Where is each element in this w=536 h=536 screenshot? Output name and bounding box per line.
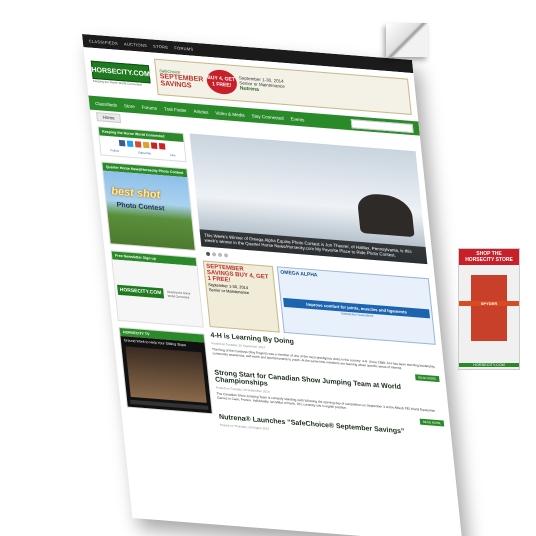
scene: boo CLASSIFIEDS AUCTIONS STORE FORUMS HO…	[0, 0, 536, 536]
nav-events[interactable]: Events	[290, 116, 304, 122]
content-columns: Keeping the Horse World Connected Follow…	[91, 122, 452, 449]
page-curl	[386, 23, 428, 57]
tv-widget: HORSECITY TV Ground Work to Help Your Sl…	[118, 326, 213, 415]
featured-slider[interactable]: This Week's Winner of Omega Alpha Equine…	[189, 133, 428, 265]
newsletter-text: Keeping the Horse World Connected	[166, 289, 191, 300]
newsletter-widget: Free Newsletter Sign up HORSECITY.COM Ke…	[110, 250, 204, 328]
nav-articles[interactable]: Articles	[193, 108, 208, 114]
youtube-icon[interactable]	[150, 142, 158, 149]
facebook-icon[interactable]	[118, 139, 126, 147]
slider-dot[interactable]	[211, 252, 217, 257]
breadcrumb-home[interactable]: Home	[96, 111, 122, 123]
photo-contest-widget: Quarter Horse News/Horsecity Photo Conte…	[101, 161, 196, 251]
nav-trail-finder[interactable]: Trail Finder	[164, 106, 187, 113]
nav-stay-connected[interactable]: Stay Connected	[251, 113, 284, 121]
horse-image	[356, 192, 415, 238]
store-ad-title: SHOP THE HORSECITY STORE	[459, 249, 519, 265]
nav-store[interactable]: Store	[124, 103, 135, 109]
pinterest-icon[interactable]	[158, 143, 166, 150]
savings-ad[interactable]: SEPTEMBER SAVINGS BUY 4, GET 1 FREE! Sep…	[202, 260, 280, 333]
store-footer: HORSECITY.COM	[459, 363, 519, 367]
omega-ad[interactable]: OMEGA ALPHA Improve comfort for joints, …	[276, 266, 436, 345]
main-content: This Week's Winner of Omega Alpha Equine…	[189, 133, 447, 444]
newsletter-logo: HORSECITY.COM	[117, 284, 164, 299]
photo-contest-text: Photo Contest	[116, 201, 165, 213]
video-thumbnail	[125, 346, 207, 403]
google-plus-icon[interactable]	[134, 141, 142, 148]
nav-video-media[interactable]: Video & Media	[215, 110, 245, 117]
store-ad[interactable]: SHOP THE HORSECITY STORE SPYDER HORSECIT…	[458, 248, 520, 370]
nav-forums[interactable]: Forums	[141, 104, 157, 110]
like-link[interactable]: Like	[170, 153, 176, 157]
nav-classifieds[interactable]: Classifieds	[95, 101, 117, 108]
read-more-button[interactable]: READ MORE	[414, 374, 440, 382]
product-image	[471, 275, 507, 341]
follow-link[interactable]: Follow	[110, 148, 119, 153]
read-more-button[interactable]: READ MORE	[419, 418, 445, 427]
omega-brand: OMEGA ALPHA	[280, 269, 318, 279]
slider-dot[interactable]	[205, 251, 211, 257]
page-sheet: CLASSIFIEDS AUCTIONS STORE FORUMS HORSEC…	[82, 34, 463, 536]
banner-badge: BUY 4, GET 1 FREE!	[205, 68, 238, 96]
store-brand: SPYDER	[459, 301, 519, 306]
topbar-link-store[interactable]: STORE	[153, 44, 169, 50]
newsletter-ad[interactable]: HORSECITY.COM Keeping the Horse World Co…	[112, 259, 203, 327]
topbar-link-forums[interactable]: FORUMS	[174, 45, 194, 52]
best-shot-text: best shot	[110, 185, 161, 202]
ad-row: SEPTEMBER SAVINGS BUY 4, GET 1 FREE! Sep…	[202, 260, 436, 345]
video-title: Ground Work to Help Your Sliding Stops	[123, 338, 187, 348]
slider-dot[interactable]	[217, 252, 223, 258]
subscribe-link[interactable]: Subscribe	[138, 150, 152, 155]
topbar-link-auctions[interactable]: AUCTIONS	[124, 41, 148, 48]
topbar-link-classifieds[interactable]: CLASSIFIEDS	[88, 39, 118, 46]
connected-widget: Keeping the Horse World Connected Follow…	[97, 126, 187, 163]
logo-block[interactable]: HORSECITY.COM Keeping the Horse World Co…	[90, 60, 151, 88]
video-player[interactable]: Ground Work to Help Your Sliding Stops	[120, 336, 212, 414]
rss-icon[interactable]	[142, 141, 150, 149]
slider-dot[interactable]	[223, 253, 229, 258]
best-shot-banner[interactable]: best shot Photo Contest	[103, 170, 195, 250]
twitter-icon[interactable]	[126, 140, 134, 148]
